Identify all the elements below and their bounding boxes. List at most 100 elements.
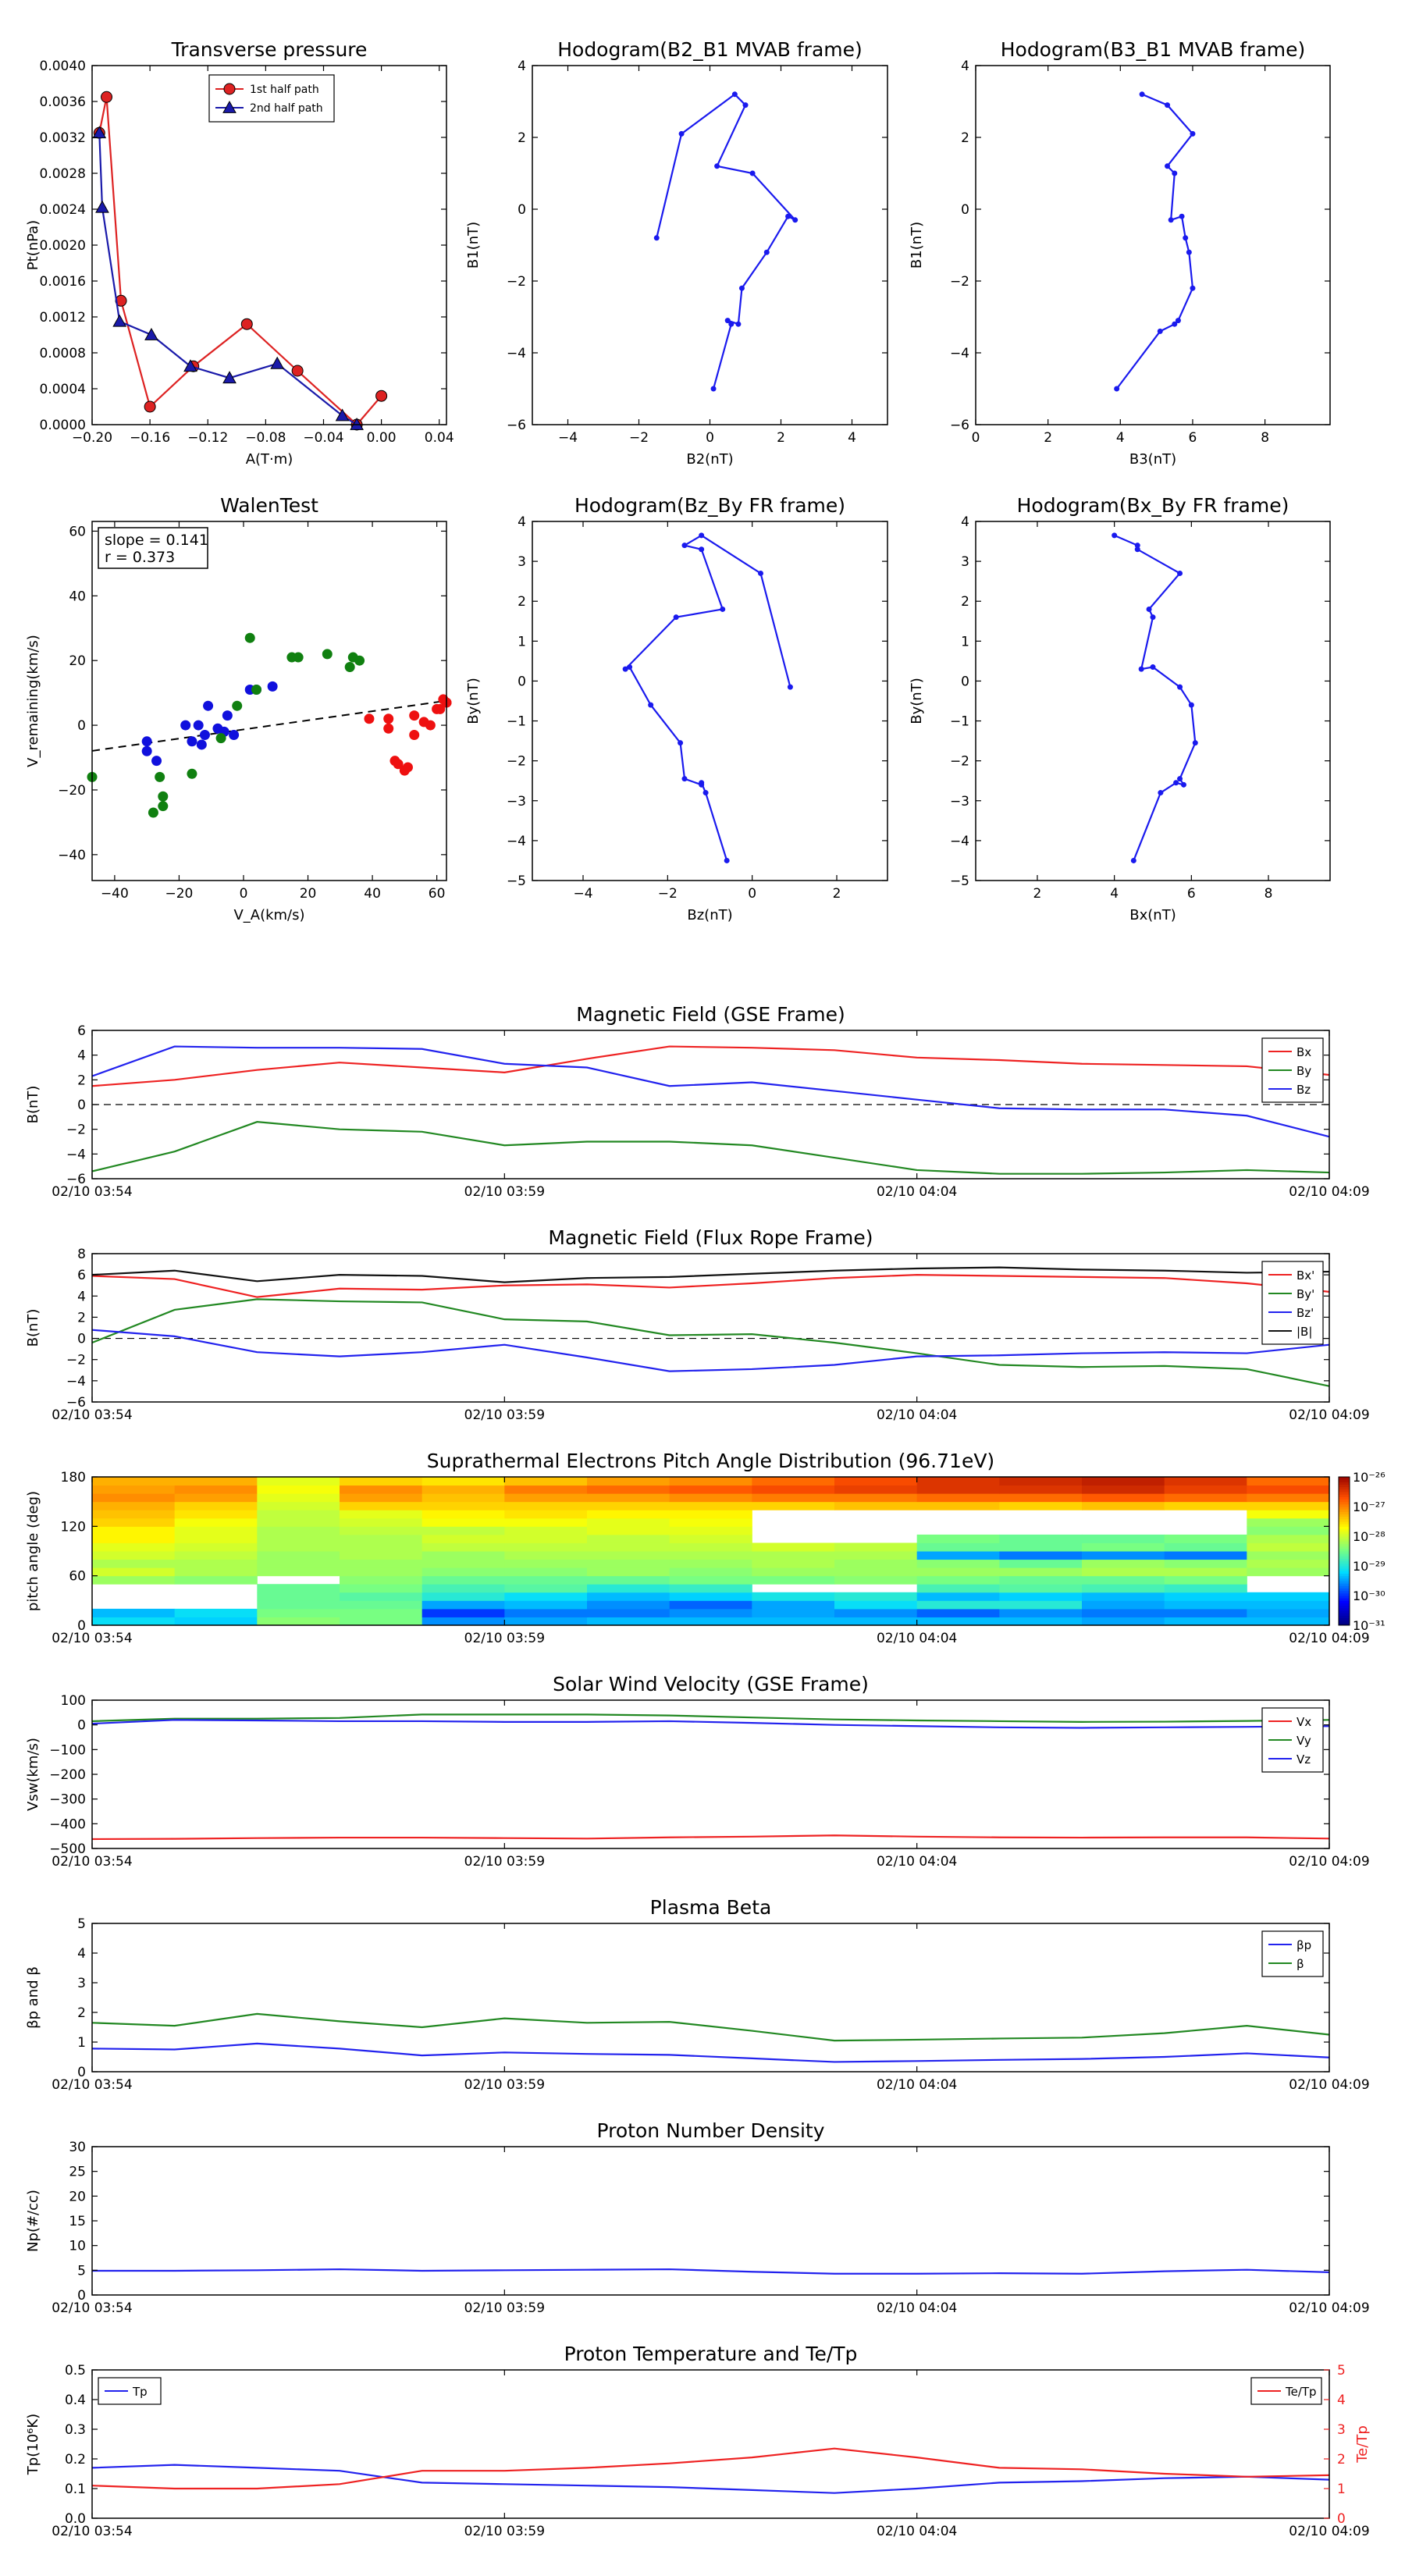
y-axis-label: By(nT): [909, 678, 925, 724]
x-tick-label: −40: [101, 886, 129, 902]
chart-panel-10: Plasma Beta 02/10 03:54 02/10 03:59 02/10 0…: [25, 1896, 1370, 2093]
heatmap-cell: [1164, 1559, 1247, 1568]
plot-frame: [91, 1923, 1330, 2073]
x-tick-label: −4: [573, 886, 592, 902]
data-point: [270, 356, 285, 369]
heatmap-cell: [1247, 1592, 1330, 1601]
y-axis-label: B1(nT): [465, 222, 482, 269]
data-point: [151, 756, 162, 767]
series-line: [624, 534, 791, 861]
data-point: [402, 762, 413, 773]
heatmap-cell: [834, 1501, 918, 1510]
data-point: [1188, 702, 1194, 708]
heatmap-cell: [587, 1485, 670, 1494]
data-point: [322, 649, 333, 660]
heatmap-cell: [916, 1617, 1000, 1626]
legend-label: Bx': [1297, 1268, 1314, 1283]
heatmap-cell: [834, 1592, 918, 1601]
heatmap-cell: [340, 1608, 423, 1617]
data-point: [251, 684, 261, 695]
colorbar-segment: [1339, 1484, 1350, 1488]
data-point: [267, 681, 278, 692]
colorbar-segment: [1339, 1590, 1350, 1594]
y-tick-label: −5: [950, 873, 969, 889]
y-tick-label: 0.0008: [40, 346, 86, 361]
heatmap-cell: [504, 1617, 588, 1626]
heatmap-cell: [1247, 1517, 1330, 1527]
colorbar-segment: [1339, 1573, 1350, 1577]
heatmap-cell: [1082, 1542, 1165, 1552]
heatmap-cell: [174, 1551, 258, 1560]
y-tick-label: 0.0012: [40, 310, 86, 326]
heatmap-cell: [834, 1617, 918, 1626]
heatmap-cell: [999, 1501, 1083, 1510]
colorbar-segment: [1339, 1600, 1350, 1603]
y-tick-label: 0.0004: [40, 382, 86, 397]
heatmap-cell: [340, 1534, 423, 1543]
heatmap-cell: [340, 1517, 423, 1527]
colorbar-segment: [1339, 1492, 1350, 1495]
chart-panel-11: Proton Number Density 02/10 03:54 02/10 03…: [25, 2119, 1370, 2316]
data-point: [749, 170, 756, 176]
y-tick-label: −2: [66, 1123, 86, 1138]
data-point: [724, 318, 731, 324]
heatmap-cell: [587, 1517, 670, 1527]
data-point: [742, 102, 749, 109]
heatmap-cell: [92, 1542, 176, 1552]
legend-label: β: [1297, 1957, 1304, 1971]
heatmap-cell: [587, 1501, 670, 1510]
heatmap-cell: [1082, 1485, 1165, 1494]
heatmap-cell: [916, 1575, 1000, 1585]
heatmap-cell: [422, 1485, 505, 1494]
x-tick-label: 0: [972, 430, 980, 446]
heatmap-cell: [1247, 1542, 1330, 1552]
heatmap-cell: [257, 1501, 340, 1510]
colorbar-segment: [1339, 1581, 1350, 1584]
series-line: [91, 2464, 1330, 2494]
y-tick-label: 0: [77, 1098, 86, 1113]
series-Bx: [91, 1045, 1330, 1087]
heatmap-cell: [504, 1501, 588, 1510]
y-tick-label: 0: [77, 2065, 86, 2080]
legend-label: Te/Tp: [1285, 2385, 1317, 2399]
heatmap-cell: [504, 1477, 588, 1486]
heatmap-cell: [422, 1542, 505, 1552]
y-tick-label: 4: [77, 1946, 86, 1962]
heatmap-cell: [340, 1551, 423, 1560]
x-tick-label: 2: [1044, 430, 1052, 446]
x-tick-label: 0: [706, 430, 714, 446]
series-line: [91, 1121, 1330, 1175]
y-tick-label: 0.4: [65, 2393, 86, 2408]
heatmap-cell: [1164, 1477, 1247, 1486]
heatmap-cell: [92, 1551, 176, 1560]
legend-label: 2nd half path: [250, 102, 323, 115]
plot-frame: [91, 521, 447, 881]
y-tick-label: 0: [77, 1618, 86, 1634]
x-tick-label: 02/10 04:04: [877, 2524, 957, 2539]
data-point: [409, 710, 420, 721]
heatmap-cell: [504, 1575, 588, 1585]
heatmap-cell: [999, 1617, 1083, 1626]
y-tick-label: −400: [49, 1816, 86, 1832]
heatmap-cell: [1164, 1493, 1247, 1503]
series-By: [91, 1121, 1330, 1175]
heatmap-cell: [340, 1542, 423, 1552]
series-s0: [1114, 91, 1196, 392]
heatmap-cell: [669, 1559, 752, 1568]
data-point: [724, 857, 730, 863]
colorbar-segment: [1339, 1539, 1350, 1542]
heatmap-cell: [1082, 1575, 1165, 1585]
x-tick-label: 60: [429, 886, 446, 902]
panel-title: Hodogram(B2_B1 MVAB frame): [557, 38, 863, 61]
heatmap-cell: [752, 1551, 835, 1560]
data-point: [158, 801, 169, 812]
y-tick-label: −2: [507, 754, 526, 770]
heatmap-cell: [92, 1485, 176, 1494]
series-s1: [91, 2012, 1330, 2042]
panel-title: Solar Wind Velocity (GSE Frame): [553, 1673, 869, 1695]
data-point: [1179, 213, 1185, 219]
panel-title: Suprathermal Electrons Pitch Angle Distr…: [427, 1450, 994, 1472]
heatmap-cell: [340, 1501, 423, 1510]
heatmap-cell: [504, 1542, 588, 1552]
x-tick-label: 8: [1261, 430, 1269, 446]
